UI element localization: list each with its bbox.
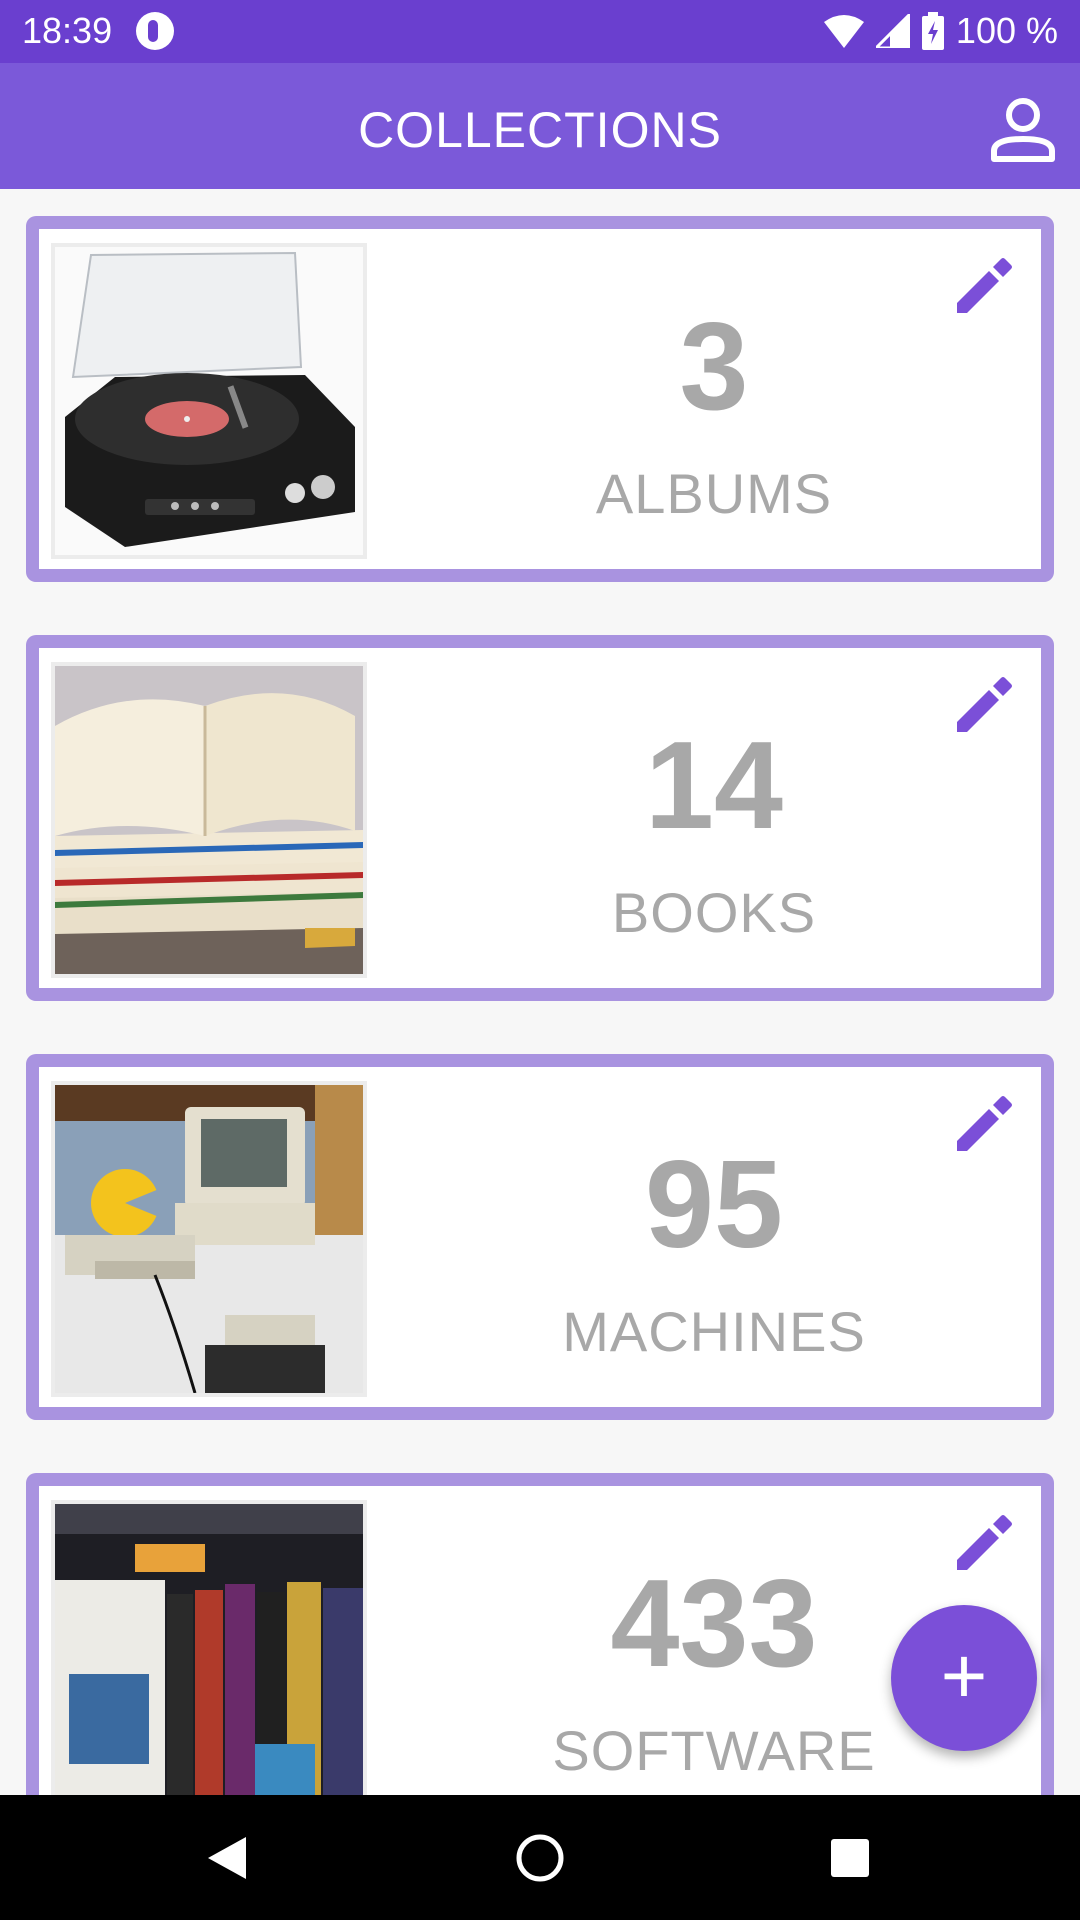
open-books-photo: [51, 662, 367, 978]
collections-list[interactable]: 3 ALBUMS 14 BOOKS 95 MACHINES 433 SOFTWA…: [0, 189, 1080, 1795]
app-bar: COLLECTIONS: [0, 63, 1080, 189]
pencil-icon: [957, 1096, 1012, 1151]
cell-signal-icon: [875, 14, 910, 48]
collection-count: 3: [679, 298, 749, 436]
battery-percent: 100 %: [955, 10, 1058, 51]
collection-label: BOOKS: [611, 881, 817, 944]
add-icon: +: [940, 1631, 988, 1720]
status-time: 18:39: [22, 10, 113, 51]
account-icon: [991, 98, 1055, 162]
add-collection-button[interactable]: +: [891, 1605, 1037, 1751]
recents-icon: [831, 1839, 869, 1877]
pencil-icon: [957, 258, 1012, 313]
wifi-icon: [823, 15, 864, 48]
collection-label: MACHINES: [562, 1300, 866, 1363]
collection-card-machines[interactable]: 95 MACHINES: [26, 1054, 1054, 1420]
collection-count: 14: [645, 717, 783, 855]
collection-card-albums[interactable]: 3 ALBUMS: [26, 216, 1054, 582]
home-icon: [516, 1834, 564, 1882]
record-player-photo: [51, 243, 367, 559]
edit-button[interactable]: [947, 1089, 1019, 1161]
pencil-icon: [957, 677, 1012, 732]
system-nav-bar: [0, 1795, 1080, 1920]
collection-count: 95: [645, 1136, 783, 1274]
page-title: COLLECTIONS: [358, 102, 722, 158]
status-icons: 100 %: [823, 8, 1058, 54]
pencil-icon: [957, 1515, 1012, 1570]
retro-computers-photo: [51, 1081, 367, 1397]
notification-app-icon: [136, 12, 174, 50]
collection-card-software[interactable]: 433 SOFTWARE: [26, 1473, 1054, 1795]
collection-card-books[interactable]: 14 BOOKS: [26, 635, 1054, 1001]
edit-button[interactable]: [947, 251, 1019, 323]
collection-label: ALBUMS: [595, 462, 833, 525]
back-button[interactable]: [190, 1823, 260, 1893]
edit-button[interactable]: [947, 670, 1019, 742]
edit-button[interactable]: [947, 1508, 1019, 1580]
battery-charging-icon: [921, 12, 944, 50]
back-icon: [208, 1837, 246, 1879]
home-button[interactable]: [505, 1823, 575, 1893]
status-bar: 18:39 100 %: [0, 0, 1080, 63]
recents-button[interactable]: [815, 1823, 885, 1893]
account-button[interactable]: [986, 93, 1060, 167]
game-boxes-photo: [51, 1500, 367, 1795]
